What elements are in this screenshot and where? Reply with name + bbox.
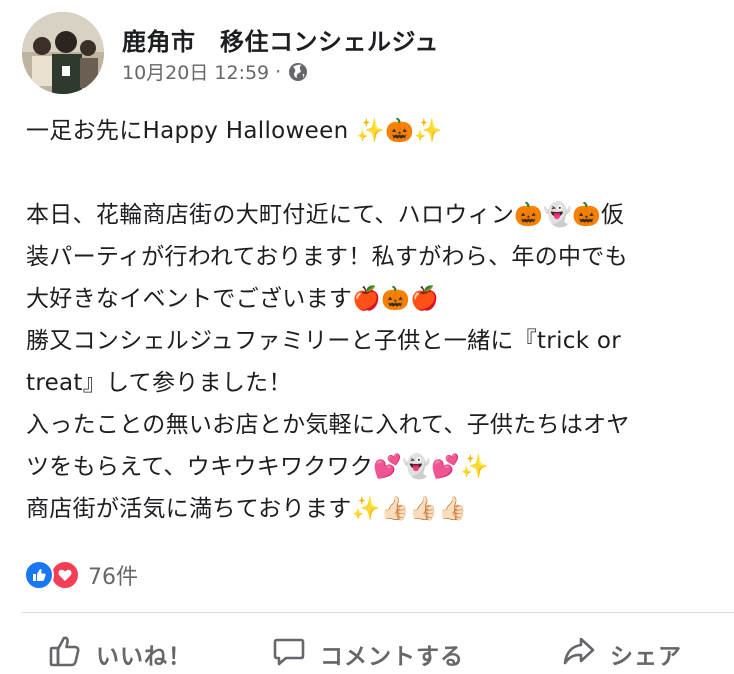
thumbs-up-icon <box>48 634 82 674</box>
action-bar: いいね！ コメントする シェア <box>0 628 734 670</box>
post-line: 入ったことの無いお店とか気軽に入れて、子供たちはオヤ <box>26 412 630 438</box>
author-name[interactable]: 鹿角市 移住コンシェルジュ <box>122 22 439 57</box>
divider <box>22 612 734 613</box>
comment-button[interactable]: コメントする <box>272 634 464 674</box>
comment-icon <box>272 634 306 674</box>
globe-icon[interactable] <box>287 61 309 83</box>
like-reaction-icon <box>24 560 54 590</box>
post-line <box>26 152 716 194</box>
post-line: ツをもらえて、ウキウキワクワク💕👻💕✨ <box>26 454 489 480</box>
post-line: 一足お先にHappy Halloween ✨🎃✨ <box>26 118 443 144</box>
share-icon <box>562 634 596 674</box>
post-line: 本日、花輪商店街の大町付近にて、ハロウィン🎃👻🎃仮 <box>26 202 625 228</box>
post-line: 大好きなイベントでございます🍎🎃🍎 <box>26 286 440 312</box>
reactions-summary[interactable]: 76件 <box>24 560 138 590</box>
share-button[interactable]: シェア <box>562 634 682 674</box>
love-reaction-icon <box>50 560 80 590</box>
post-line: 商店街が活気に満ちております✨👍🏻👍🏻👍🏻 <box>26 496 468 522</box>
comment-label: コメントする <box>320 644 464 670</box>
post-line: treat』して参りました！ <box>26 370 292 396</box>
post-timestamp[interactable]: 10月20日 12:59 <box>122 58 269 85</box>
post-body: 一足お先にHappy Halloween ✨🎃✨ 本日、花輪商店街の大町付近にて… <box>26 110 716 530</box>
post-meta: 10月20日 12:59 · <box>122 58 309 85</box>
reaction-count[interactable]: 76件 <box>88 559 138 591</box>
like-button[interactable]: いいね！ <box>48 634 192 674</box>
like-label: いいね！ <box>96 644 192 670</box>
post-line: 装パーティが行われております！私すがわら、年の中でも <box>26 244 628 270</box>
post-header: 鹿角市 移住コンシェルジュ 10月20日 12:59 · <box>22 8 722 94</box>
avatar[interactable] <box>22 12 104 94</box>
share-label: シェア <box>610 644 682 670</box>
post-line: 勝又コンシェルジュファミリーと子供と一緒に『trick or <box>26 328 622 354</box>
meta-separator: · <box>275 60 282 83</box>
